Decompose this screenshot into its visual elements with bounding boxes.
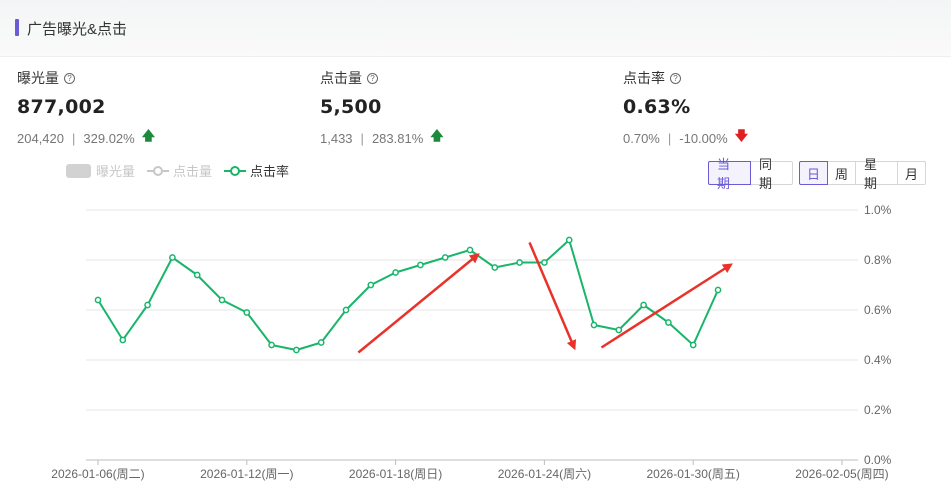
data-point[interactable] xyxy=(392,269,399,276)
chart-legend: 曝光量 点击量 点击率 xyxy=(66,161,301,180)
x-tick-label: 2026-01-12(周一) xyxy=(200,467,293,481)
data-point[interactable] xyxy=(119,336,127,344)
line-marker-icon xyxy=(147,165,170,176)
x-tick-label: 2026-02-05(周四) xyxy=(795,467,888,481)
arrow-up-icon: 🡅 xyxy=(430,128,444,143)
data-point[interactable] xyxy=(466,246,474,254)
data-point[interactable] xyxy=(317,339,325,346)
kpi-value: 0.63% xyxy=(623,96,691,118)
kpi-prev: 204,420 xyxy=(17,130,64,146)
y-tick-label: 0.2% xyxy=(864,403,892,417)
x-tick-label: 2026-01-30(周五) xyxy=(647,467,740,481)
kpi-value: 877,002 xyxy=(17,96,106,118)
data-point[interactable] xyxy=(193,271,201,279)
data-point[interactable] xyxy=(293,346,300,354)
data-point[interactable] xyxy=(243,309,251,316)
month-button[interactable]: 月 xyxy=(897,161,926,185)
kpi-prev: 1,433 xyxy=(320,130,353,146)
legend-item-ctr[interactable]: 点击率 xyxy=(224,161,289,180)
x-axis: 2026-01-06(周二) 2026-01-12(周一) 2026-01-18(周… xyxy=(51,460,889,481)
trend-annotations xyxy=(357,242,733,354)
series-ctr xyxy=(94,236,722,354)
data-point[interactable] xyxy=(342,306,350,314)
legend-item-clicks[interactable]: 点击量 xyxy=(147,161,212,180)
x-tick-label: 2026-01-24(周六) xyxy=(498,467,591,481)
kpi-change: 329.02% xyxy=(83,130,135,146)
data-point[interactable] xyxy=(565,236,573,244)
y-tick-label: 0.4% xyxy=(864,353,892,367)
kpi-ctr: 点击率? 0.63% 0.70% | -10.00% 🡇 xyxy=(623,68,748,149)
section-title: 广告曝光&点击 xyxy=(27,21,128,38)
data-point[interactable] xyxy=(144,301,151,309)
bar-swatch-icon xyxy=(66,163,91,178)
data-point[interactable] xyxy=(615,326,623,334)
data-point[interactable] xyxy=(714,286,722,294)
current-period-button[interactable]: 当期 xyxy=(708,157,751,191)
kpi-change: 283.81% xyxy=(371,130,424,146)
data-point[interactable] xyxy=(541,259,548,266)
granularity-toggle: 日 周 星期 月 xyxy=(799,157,926,191)
x-tick-label: 2026-01-18(周日) xyxy=(349,467,442,481)
x-tick-label: 2026-01-06(周二) xyxy=(51,467,144,481)
section-header: 广告曝光&点击 xyxy=(0,0,951,57)
data-point[interactable] xyxy=(94,296,102,304)
data-point[interactable] xyxy=(665,319,672,326)
section-accent-bar xyxy=(15,19,19,36)
data-point[interactable] xyxy=(169,254,176,261)
y-tick-label: 0.8% xyxy=(864,253,892,267)
help-icon[interactable]: ? xyxy=(670,72,681,84)
data-point[interactable] xyxy=(441,254,449,261)
legend-item-exposure[interactable]: 曝光量 xyxy=(66,161,135,180)
data-point[interactable] xyxy=(491,264,499,271)
kpi-label: 曝光量 xyxy=(17,70,59,86)
y-axis: 0.0% 0.2% 0.4% 0.6% 0.8% 1.0% xyxy=(864,203,892,467)
data-point[interactable] xyxy=(417,261,424,269)
kpi-label: 点击率 xyxy=(623,70,665,86)
trend-arrow xyxy=(357,253,480,354)
trend-arrow xyxy=(528,242,577,351)
kpi-clicks: 点击量? 5,500 1,433 | 283.81% 🡅 xyxy=(320,68,444,149)
data-point[interactable] xyxy=(218,296,226,304)
data-point[interactable] xyxy=(268,341,275,349)
compare-toggle: 当期 同期 xyxy=(708,157,793,191)
arrow-up-icon: 🡅 xyxy=(141,128,156,143)
data-point[interactable] xyxy=(590,321,598,329)
data-point[interactable] xyxy=(367,281,375,289)
kpi-change: -10.00% xyxy=(679,130,728,146)
data-point[interactable] xyxy=(516,259,523,266)
y-tick-label: 1.0% xyxy=(864,203,892,217)
kpi-prev: 0.70% xyxy=(623,130,660,146)
day-button[interactable]: 日 xyxy=(799,161,828,185)
data-point[interactable] xyxy=(640,301,647,309)
line-marker-icon xyxy=(224,165,247,176)
y-tick-label: 0.0% xyxy=(864,453,892,467)
data-point[interactable] xyxy=(689,341,697,349)
ctr-line-chart: 0.0%0.2%0.4%0.6%0.8%1.0% 2026-01-06(周二) 2… xyxy=(51,203,892,481)
same-period-button[interactable]: 同期 xyxy=(750,157,793,191)
y-tick-label: 0.6% xyxy=(864,303,892,317)
kpi-label: 点击量 xyxy=(320,70,362,86)
help-icon[interactable]: ? xyxy=(64,72,75,84)
kpi-value: 5,500 xyxy=(320,96,382,118)
help-icon[interactable]: ? xyxy=(367,72,378,84)
week-button[interactable]: 周 xyxy=(827,161,856,185)
kpi-exposure: 曝光量? 877,002 204,420 | 329.02% 🡅 xyxy=(17,68,155,149)
arrow-down-icon: 🡇 xyxy=(734,128,749,143)
weekday-button[interactable]: 星期 xyxy=(855,157,898,191)
